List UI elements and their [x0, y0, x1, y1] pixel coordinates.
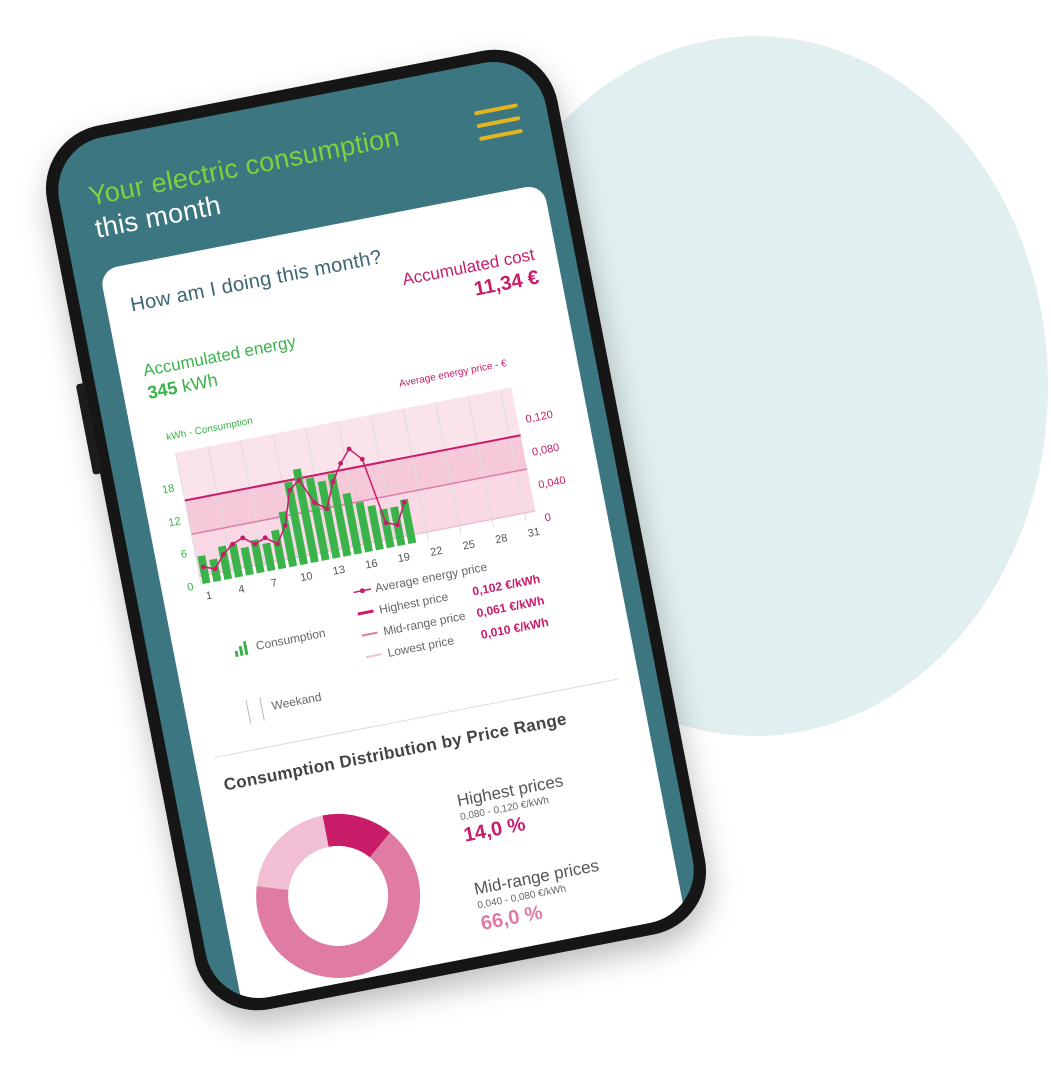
x-tick-label: 4: [237, 583, 245, 596]
y2-tick-label: 0: [544, 511, 552, 524]
legend-weekend: Weekand: [270, 689, 323, 714]
consumption-legend-icon: [234, 640, 249, 658]
lowest-prices-percent: 20,0 %: [496, 989, 562, 1008]
y2-tick-label: 0,040: [537, 475, 566, 492]
y2-axis-label: Average energy price - €: [398, 358, 508, 390]
lowest-price-legend-icon: [365, 653, 382, 659]
x-tick-label: 1: [205, 590, 213, 603]
x-tick-label: 13: [332, 564, 346, 578]
card-title: How am I doing this month?: [128, 246, 384, 317]
highest-price-legend-icon: [357, 609, 374, 616]
x-tick-label: 16: [364, 557, 378, 571]
y-tick-label: 12: [168, 515, 182, 529]
x-tick-label: 22: [429, 545, 443, 559]
mid-price-legend-icon: [361, 631, 378, 637]
y-axis-label: kWh - Consumption: [166, 416, 254, 444]
accumulated-energy-unit: kWh: [180, 369, 220, 397]
average-price-legend-icon: [353, 588, 372, 594]
y2-tick-label: 0,080: [531, 442, 560, 459]
accumulated-energy-number: 345: [145, 377, 180, 403]
legend-lowest-price-value: 0,010 €/kWh: [479, 614, 550, 642]
highest-prices-item: Highest prices 0,080 - 0,120 €/kWh 14,0 …: [455, 771, 572, 848]
x-tick-label: 25: [462, 538, 476, 552]
x-tick-label: 7: [270, 577, 278, 590]
weekend-legend-icon: [245, 697, 265, 724]
price-range-donut-chart: [256, 813, 421, 978]
mid-range-prices-item: Mid-range prices 0,040 - 0,080 €/kWh 66,…: [473, 856, 608, 936]
hamburger-menu-icon[interactable]: [473, 103, 524, 147]
y-tick-label: 18: [161, 482, 175, 496]
y-tick-label: 0: [186, 581, 194, 594]
x-tick-label: 10: [299, 570, 313, 584]
legend-consumption: Consumption: [254, 625, 327, 653]
x-tick-label: 31: [527, 526, 541, 540]
x-tick-label: 28: [494, 532, 508, 546]
lowest-prices-range: 0,010 - 0,040 €/kWh: [493, 971, 585, 1000]
donut-slice-lowest: [256, 815, 329, 890]
x-tick-label: 19: [397, 551, 411, 565]
y-tick-label: 6: [180, 548, 188, 561]
legend-lowest-price: Lowest price: [386, 633, 456, 660]
y2-tick-label: 0,120: [525, 409, 554, 426]
accumulated-energy-label: Accumulated energy: [141, 332, 298, 381]
